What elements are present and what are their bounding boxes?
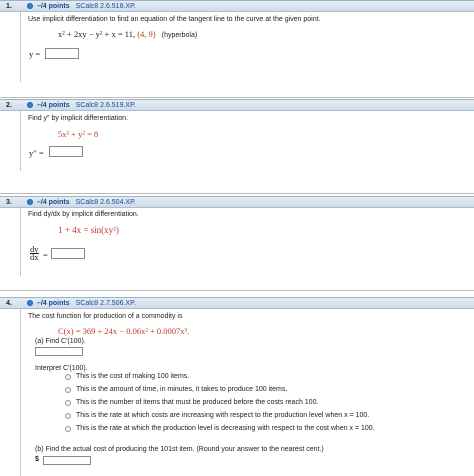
answer-label: dy dx [30,245,39,262]
points-label: –/4 points [36,3,70,10]
equation: 5x² + y² = 8 [58,129,99,139]
question-prompt: Find dy/dx by implicit differentiation. [28,211,139,218]
part-a-input[interactable] [35,347,83,356]
option-radio[interactable] [65,374,71,380]
question-header: 4. –/4 points SCalc8 2.7.506.XP. [0,297,474,309]
option-radio[interactable] [65,413,71,419]
question-header: 3. –/4 points SCalc8 2.6.504.XP. [0,196,474,208]
question-prompt: Find y″ by implicit differentiation. [28,115,129,122]
points-label: –/4 points [36,300,70,307]
source-label: SCalc8 2.6.519.XP. [75,102,136,109]
question-number: 2. [6,102,12,109]
divider [0,193,474,194]
equation: x² + 2xy − y² + x = 11, (4, 9) (hyperbol… [58,29,197,39]
question-number: 3. [6,199,12,206]
question-prompt: The cost function for production of a co… [28,313,183,320]
status-dot-icon[interactable] [27,300,33,306]
question-number: 1. [6,3,12,10]
part-b-label: (b) Find the actual cost of producing th… [35,446,324,453]
answer-label: y″ = [29,148,44,158]
option-radio[interactable] [65,400,71,406]
option-label: This is the cost of making 100 items. [76,373,190,380]
answer-label-equals: = [43,250,48,260]
answer-input[interactable] [45,48,79,59]
question-prompt: Use implicit differentiation to find an … [28,16,321,23]
currency-symbol: $ [35,456,39,463]
source-label: SCalc8 2.6.504.XP. [75,199,136,206]
question-number: 4. [6,300,12,307]
question-header: 1. –/4 points SCalc8 2.6.518.XP. [0,0,474,12]
answer-input[interactable] [51,248,85,259]
equation: C(x) = 369 + 24x − 0.06x² + 0.0007x³. [58,326,190,336]
divider [0,97,474,98]
points-label: –/4 points [36,199,70,206]
points-label: –/4 points [36,102,70,109]
equation-lhs: x² + 2xy − y² + x = 11, [58,29,136,39]
part-a-label: (a) Find C′(100). [35,338,86,345]
answer-label-denominator: dx [30,252,39,262]
option-radio[interactable] [65,426,71,432]
interpret-label: Interpret C′(100). [35,365,88,372]
equation: 1 + 4x = sin(xy²) [58,225,119,235]
option-label: This is the rate at which costs are incr… [76,412,370,419]
source-label: SCalc8 2.6.518.XP. [75,3,136,10]
equation-point: (4, 9) [137,29,156,39]
status-dot-icon[interactable] [27,102,33,108]
option-label: This is the number of items that must be… [76,399,319,406]
status-dot-icon[interactable] [27,199,33,205]
source-label: SCalc8 2.7.506.XP. [75,300,136,307]
answer-input[interactable] [49,146,83,157]
divider [0,290,474,291]
status-dot-icon[interactable] [27,3,33,9]
option-label: This is the rate at which the production… [76,425,375,432]
part-b-input[interactable] [43,456,91,465]
answer-label: y = [29,49,41,59]
option-label: This is the amount of time, in minutes, … [76,386,288,393]
question-header: 2. –/4 points SCalc8 2.6.519.XP. [0,99,474,111]
equation-note: (hyperbola) [161,32,198,39]
option-radio[interactable] [65,387,71,393]
